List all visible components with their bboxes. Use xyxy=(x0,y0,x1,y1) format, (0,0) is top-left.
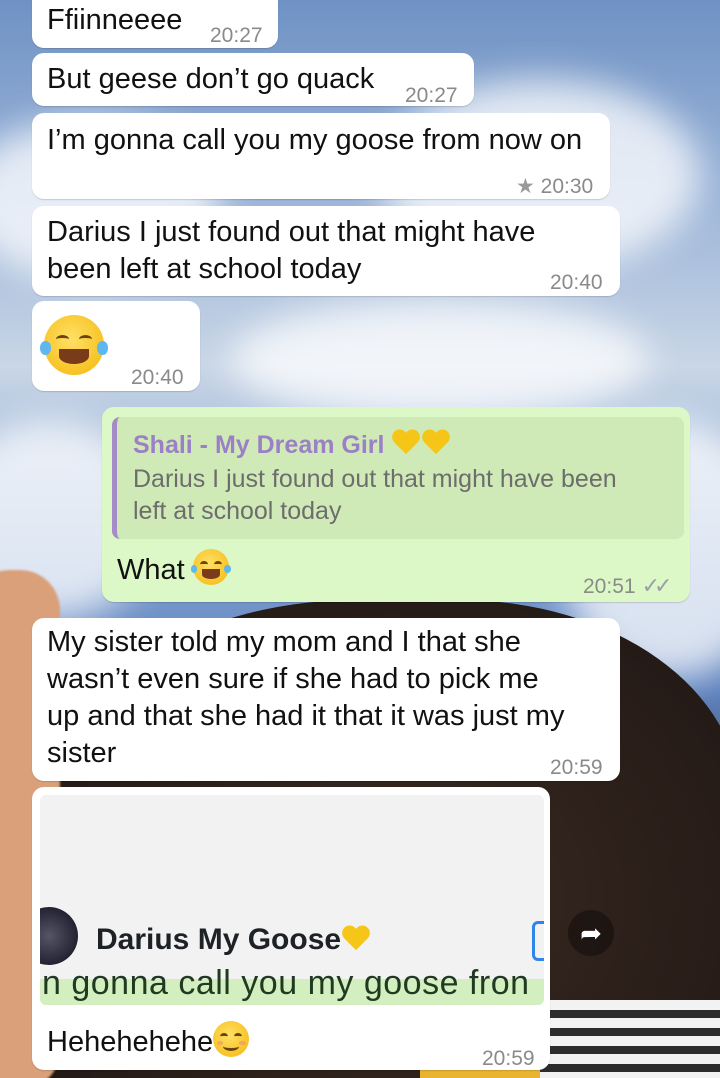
message-time: 20:40 xyxy=(550,271,603,294)
message-meta: 20:51 ✓✓ xyxy=(583,567,673,605)
contact-name: Darius My Goose xyxy=(96,921,371,958)
message-bubble[interactable]: 20:40 xyxy=(32,301,200,391)
avatar xyxy=(40,907,78,965)
message-time: 20:27 xyxy=(210,24,263,47)
message-text-line: My sister told my mom and I that she xyxy=(47,626,521,658)
message-list[interactable]: Ffiinneeee 20:27 But geese don’t go quac… xyxy=(0,0,720,1078)
message-bubble[interactable]: I’m gonna call you my goose from now on … xyxy=(32,113,610,199)
message-time: 20:59 xyxy=(482,1047,535,1070)
message-text: I’m gonna call you my goose from now on xyxy=(47,124,583,156)
message-bubble[interactable]: My sister told my mom and I that she was… xyxy=(32,618,620,781)
message-meta: ★ 20:30 xyxy=(516,168,593,205)
message-text-line: Darius I just found out that might have xyxy=(47,216,536,248)
message-time: 20:30 xyxy=(540,175,594,198)
screenshot-image[interactable]: Darius My Goose n gonna call you my goos… xyxy=(40,795,544,1005)
message-bubble-image[interactable]: Darius My Goose n gonna call you my goos… xyxy=(32,787,550,1070)
message-bubble[interactable]: But geese don’t go quack 20:27 xyxy=(32,53,474,107)
message-time: 20:51 xyxy=(583,575,636,598)
forward-icon[interactable]: ➦ xyxy=(568,910,614,956)
yellow-heart-icon xyxy=(391,430,421,458)
message-time: 20:59 xyxy=(550,756,603,779)
face-with-tears-of-joy-icon xyxy=(40,315,108,375)
call-icon xyxy=(532,921,544,961)
yellow-heart-icon xyxy=(421,430,451,458)
message-time: 20:40 xyxy=(131,366,184,389)
star-icon: ★ xyxy=(516,175,535,198)
double-check-icon: ✓✓ xyxy=(641,573,673,598)
message-text-line: wasn’t even sure if she had to pick me xyxy=(47,663,539,695)
message-time: 20:27 xyxy=(405,84,458,107)
message-text: What xyxy=(117,549,231,589)
yellow-heart-icon xyxy=(341,926,371,954)
smiling-face-with-smiling-eyes-icon xyxy=(213,1021,250,1057)
message-text: Ffiinneeee xyxy=(47,4,183,36)
face-with-tears-of-joy-icon xyxy=(190,549,231,585)
message-bubble[interactable]: Ffiinneeee 20:27 xyxy=(32,0,278,48)
quote-author: Shali - My Dream Girl xyxy=(133,427,451,464)
cropped-message-text: n gonna call you my goose fron xyxy=(42,964,530,1002)
message-bubble-outgoing[interactable]: Shali - My Dream Girl Darius I just foun… xyxy=(102,407,690,602)
message-text-line: up and that she had it that it was just … xyxy=(47,700,565,732)
message-text-line: been left at school today xyxy=(47,253,362,285)
quote-text: Darius I just found out that might have … xyxy=(133,465,617,525)
message-bubble[interactable]: Darius I just found out that might have … xyxy=(32,206,620,296)
message-text: But geese don’t go quack xyxy=(47,63,375,95)
message-text: Hehehehehe xyxy=(47,1021,250,1061)
reply-quote[interactable]: Shali - My Dream Girl Darius I just foun… xyxy=(112,417,684,539)
message-text-line: sister xyxy=(47,737,117,769)
